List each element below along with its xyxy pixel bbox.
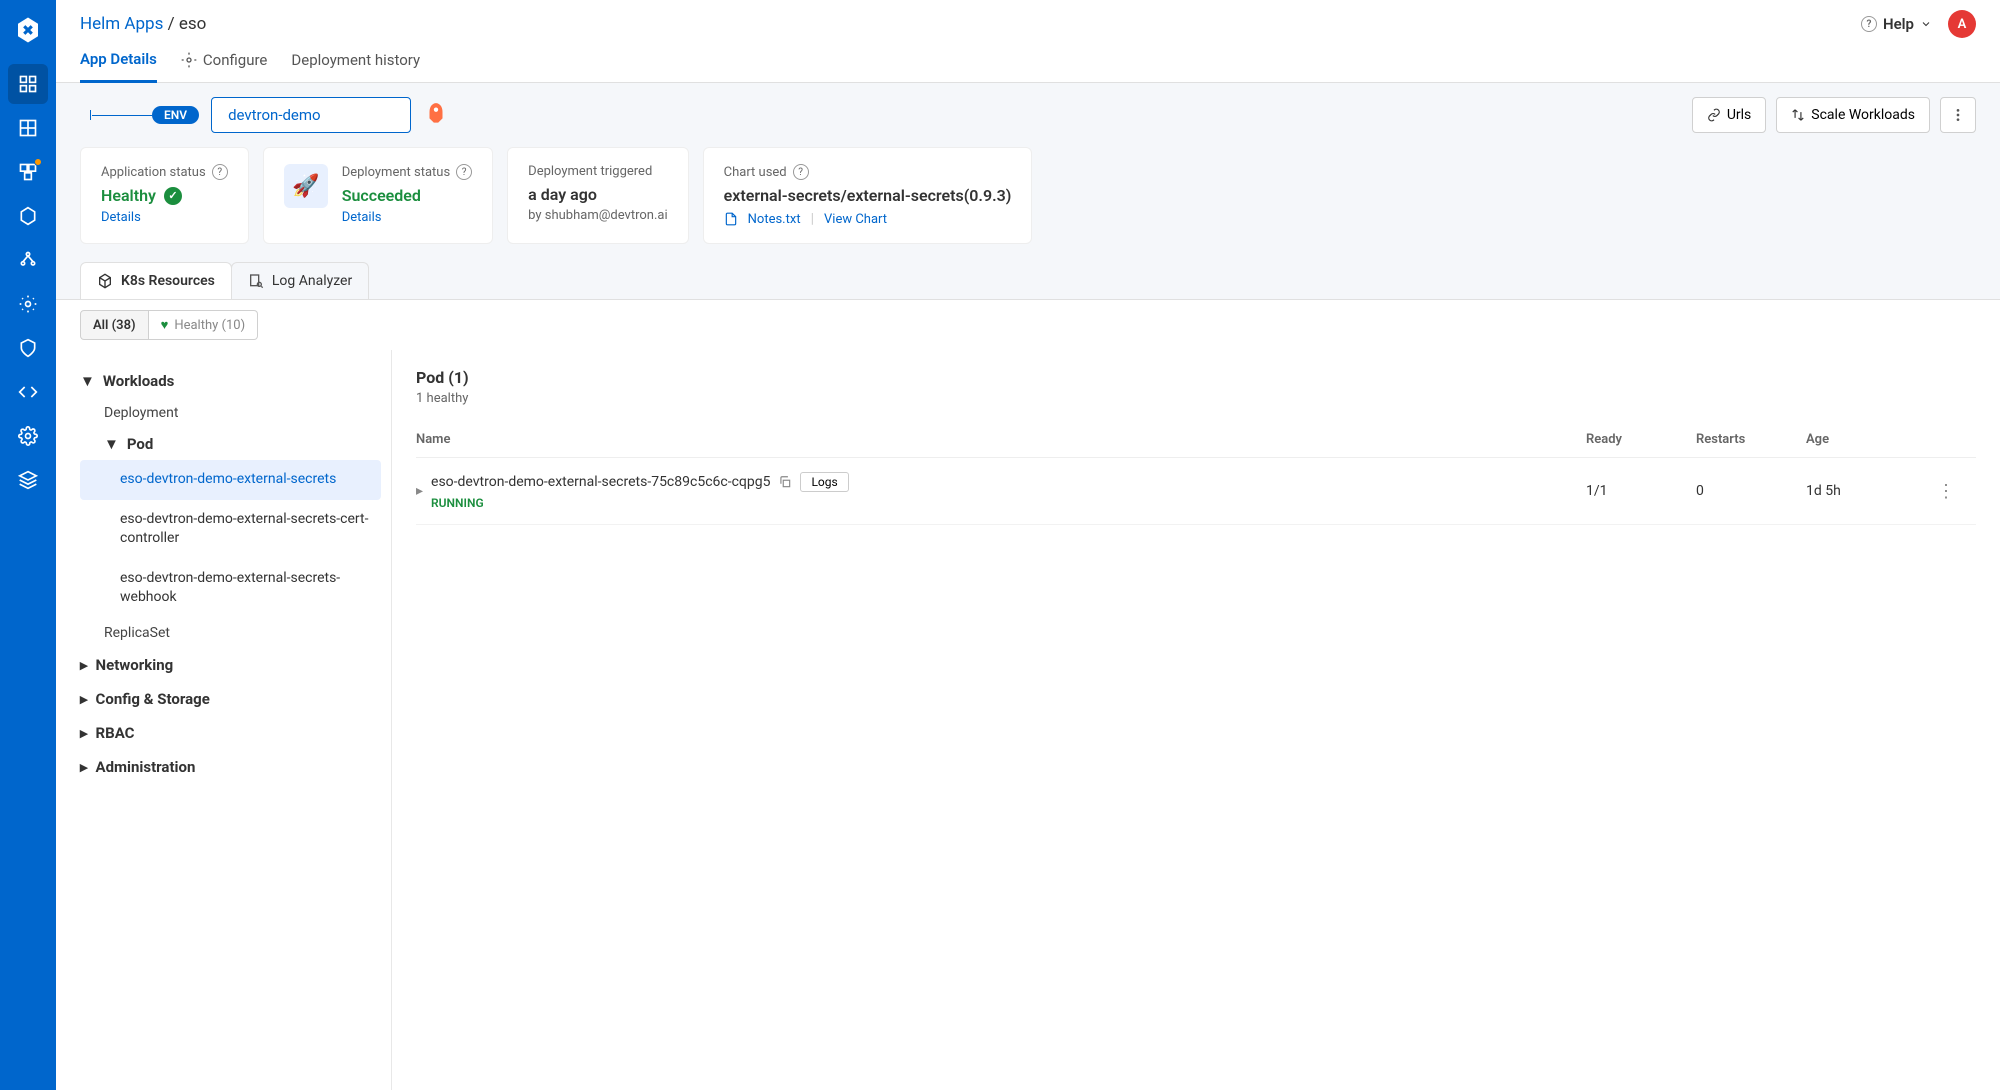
urls-button[interactable]: Urls xyxy=(1692,97,1766,133)
info-icon[interactable]: ? xyxy=(212,164,228,180)
table-row: ▸ eso-devtron-demo-external-secrets-75c8… xyxy=(416,458,1976,525)
nav-settings-icon[interactable] xyxy=(8,416,48,456)
breadcrumb-current: eso xyxy=(179,14,206,34)
resource-subtabs: K8s Resources Log Analyzer xyxy=(56,262,2000,300)
caret-right-icon: ▸ xyxy=(80,690,88,708)
help-button[interactable]: ? Help xyxy=(1861,15,1932,33)
card-deployment-triggered: Deployment triggered a day ago by shubha… xyxy=(507,147,688,244)
nav-code-icon[interactable] xyxy=(8,372,48,412)
tree-pod-item[interactable]: eso-devtron-demo-external-secrets-webhoo… xyxy=(80,559,381,618)
main-content: Helm Apps / eso ? Help A App Details Con… xyxy=(56,0,2000,1090)
card-app-status: Application status? Healthy Details xyxy=(80,147,249,244)
triggered-by-user: shubham@devtron.ai xyxy=(545,208,668,223)
row-more-button[interactable]: ⋮ xyxy=(1916,481,1976,502)
deployment-icon: 🚀 xyxy=(284,164,328,208)
nav-app-groups-icon[interactable] xyxy=(8,152,48,192)
more-vertical-icon xyxy=(1950,107,1966,123)
content-split: ▼ Workloads Deployment ▼ Pod eso-devtron… xyxy=(56,350,2000,1090)
pod-detail-panel: Pod (1) 1 healthy Name Ready Restarts Ag… xyxy=(392,350,2000,1090)
logo-icon xyxy=(10,12,46,48)
tree-pod[interactable]: ▼ Pod xyxy=(80,428,381,460)
card-deployment-status: 🚀 Deployment status? Succeeded Details xyxy=(263,147,493,244)
scale-workloads-button[interactable]: Scale Workloads xyxy=(1776,97,1930,133)
tab-app-details[interactable]: App Details xyxy=(80,50,157,83)
col-age: Age xyxy=(1806,432,1916,447)
env-bar: ENV devtron-demo Urls Scale Workloads xyxy=(56,83,2000,147)
pod-status: RUNNING xyxy=(431,496,849,510)
heart-icon: ♥ xyxy=(161,317,169,333)
tree-replicaset[interactable]: ReplicaSet xyxy=(80,618,381,648)
tree-rbac[interactable]: ▸ RBAC xyxy=(80,716,381,750)
topbar: Helm Apps / eso ? Help A xyxy=(56,0,2000,38)
card-chart-used: Chart used? external-secrets/external-se… xyxy=(703,147,1033,244)
nav-clusters-icon[interactable] xyxy=(8,240,48,280)
nav-resource-browser-icon[interactable] xyxy=(8,196,48,236)
env-selector[interactable]: devtron-demo xyxy=(211,97,411,133)
logs-button[interactable]: Logs xyxy=(800,472,848,492)
detail-subtitle: 1 healthy xyxy=(416,391,1976,406)
sidebar-nav xyxy=(0,0,56,1090)
caret-down-icon: ▼ xyxy=(104,435,119,453)
notification-badge xyxy=(34,158,42,166)
subtab-log-analyzer[interactable]: Log Analyzer xyxy=(231,262,369,299)
nav-security-icon[interactable] xyxy=(8,328,48,368)
nav-chart-store-icon[interactable] xyxy=(8,108,48,148)
caret-right-icon: ▸ xyxy=(80,758,88,776)
notes-link[interactable]: Notes.txt xyxy=(748,212,801,227)
search-doc-icon xyxy=(248,273,264,289)
caret-right-icon: ▸ xyxy=(80,724,88,742)
tab-deployment-history[interactable]: Deployment history xyxy=(291,50,420,82)
filter-bar: All (38) ♥ Healthy (10) xyxy=(56,300,2000,350)
caret-right-icon: ▸ xyxy=(80,656,88,674)
cube-icon xyxy=(97,273,113,289)
gear-icon xyxy=(181,52,197,68)
breadcrumb: Helm Apps / eso xyxy=(80,14,206,34)
help-icon: ? xyxy=(1861,16,1877,32)
nav-applications-icon[interactable] xyxy=(8,64,48,104)
expand-row-icon[interactable]: ▸ xyxy=(416,483,423,499)
tree-deployment[interactable]: Deployment xyxy=(80,398,381,428)
user-avatar[interactable]: A xyxy=(1948,10,1976,38)
app-status-details-link[interactable]: Details xyxy=(101,210,141,225)
dep-status-details-link[interactable]: Details xyxy=(342,210,382,225)
view-chart-link[interactable]: View Chart xyxy=(824,212,887,227)
env-label: ENV xyxy=(152,106,199,124)
tree-config-storage[interactable]: ▸ Config & Storage xyxy=(80,682,381,716)
info-icon[interactable]: ? xyxy=(456,164,472,180)
tree-workloads[interactable]: ▼ Workloads xyxy=(80,364,381,398)
info-icon[interactable]: ? xyxy=(793,164,809,180)
nav-build-config-icon[interactable] xyxy=(8,284,48,324)
breadcrumb-root[interactable]: Helm Apps xyxy=(80,14,163,34)
pod-name: eso-devtron-demo-external-secrets-75c89c… xyxy=(431,474,770,490)
filter-all[interactable]: All (38) xyxy=(80,310,149,340)
status-cards: Application status? Healthy Details 🚀 De… xyxy=(56,147,2000,262)
col-name: Name xyxy=(416,432,1586,447)
copy-icon[interactable] xyxy=(778,475,792,489)
table-header: Name Ready Restarts Age xyxy=(416,422,1976,458)
col-restarts: Restarts xyxy=(1696,432,1806,447)
filter-healthy[interactable]: ♥ Healthy (10) xyxy=(149,310,259,340)
cell-restarts: 0 xyxy=(1696,483,1806,499)
cell-age: 1d 5h xyxy=(1806,483,1916,499)
nav-stack-icon[interactable] xyxy=(8,460,48,500)
subtab-k8s-resources[interactable]: K8s Resources xyxy=(80,262,232,299)
more-actions-button[interactable] xyxy=(1940,97,1976,133)
file-icon xyxy=(724,212,738,226)
col-ready: Ready xyxy=(1586,432,1696,447)
main-tabs: App Details Configure Deployment history xyxy=(56,38,2000,83)
tree-administration[interactable]: ▸ Administration xyxy=(80,750,381,784)
resource-tree: ▼ Workloads Deployment ▼ Pod eso-devtron… xyxy=(56,350,392,1090)
tree-pod-item[interactable]: eso-devtron-demo-external-secrets xyxy=(80,460,381,500)
rocket-icon xyxy=(423,101,451,129)
check-circle-icon xyxy=(164,187,182,205)
chevron-down-icon xyxy=(1920,18,1932,30)
detail-title: Pod (1) xyxy=(416,368,1976,387)
tree-networking[interactable]: ▸ Networking xyxy=(80,648,381,682)
caret-down-icon: ▼ xyxy=(80,372,95,390)
tree-pod-item[interactable]: eso-devtron-demo-external-secrets-cert-c… xyxy=(80,500,381,559)
cell-ready: 1/1 xyxy=(1586,483,1696,499)
scale-icon xyxy=(1791,108,1805,122)
tab-configure[interactable]: Configure xyxy=(181,50,268,82)
link-icon xyxy=(1707,108,1721,122)
